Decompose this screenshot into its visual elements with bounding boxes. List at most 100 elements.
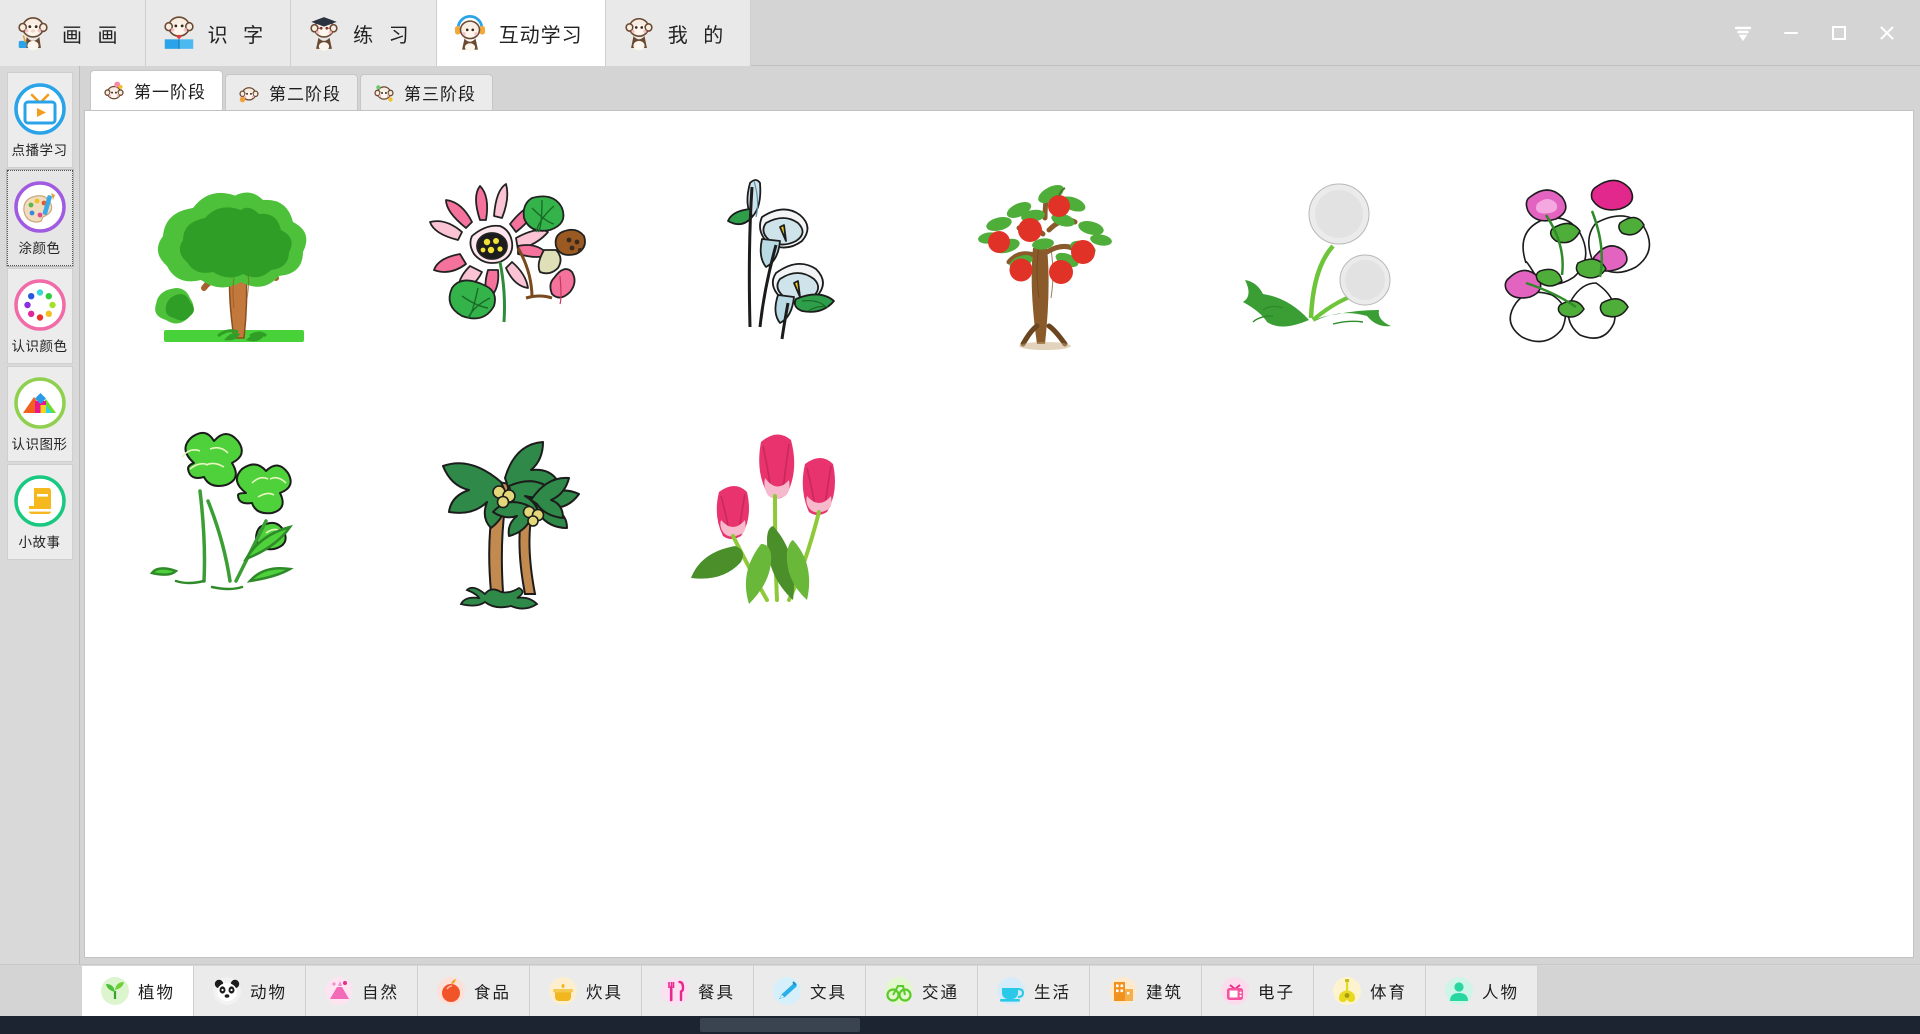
category-animals[interactable]: 动物 xyxy=(194,965,306,1016)
category-label: 食品 xyxy=(474,984,511,1002)
color-wheel-icon xyxy=(12,277,68,333)
category-bar-filler xyxy=(1538,965,1920,1016)
top-tab-label: 互动学习 xyxy=(498,24,583,47)
category-buildings[interactable]: 建筑 xyxy=(1090,965,1202,1016)
category-label: 交通 xyxy=(922,984,959,1002)
top-tab-interactive-learning[interactable]: 互动学习 xyxy=(436,0,606,66)
gallery-item-dandelion[interactable] xyxy=(1179,129,1447,387)
lotus-illustration xyxy=(429,183,586,323)
dandelion-illustration xyxy=(1243,183,1391,327)
sidebar: 点播学习 涂颜色 认识颜色 认识图形 小故事 xyxy=(0,66,80,964)
category-tableware[interactable]: 餐具 xyxy=(642,965,754,1016)
category-label: 炊具 xyxy=(586,984,623,1002)
window-controls xyxy=(1720,0,1920,65)
tulip-illustration xyxy=(691,434,835,604)
gallery-item-palm-tree[interactable] xyxy=(375,387,643,645)
category-transport[interactable]: 交通 xyxy=(866,965,978,1016)
gallery-item-clover[interactable] xyxy=(107,387,375,645)
top-tab-label: 练 习 xyxy=(353,24,414,47)
guitar-icon xyxy=(1332,976,1362,1006)
category-label: 文具 xyxy=(810,984,847,1002)
category-nature[interactable]: 自然 xyxy=(306,965,418,1016)
gallery-grid xyxy=(107,129,1891,645)
top-tab-bar: 画 画 识 字 练 习 互动学习 我 的 xyxy=(0,0,752,66)
stage-tab-2[interactable]: 第二阶段 xyxy=(225,74,358,110)
minimize-button[interactable] xyxy=(1768,10,1814,56)
sprout-icon xyxy=(100,976,130,1006)
tree-illustration xyxy=(155,192,307,342)
category-food[interactable]: 食品 xyxy=(418,965,530,1016)
book-icon xyxy=(12,473,68,529)
monkey-stage3-icon xyxy=(371,80,397,106)
shapes-mountain-icon xyxy=(12,375,68,431)
monkey-stage2-icon xyxy=(236,80,262,106)
sidebar-item-stories[interactable]: 小故事 xyxy=(6,464,73,560)
top-tab-practice[interactable]: 练 习 xyxy=(291,0,437,66)
monkey-headphone-icon xyxy=(451,14,489,52)
monkey-graduate-icon xyxy=(305,14,343,52)
sidebar-item-label: 点播学习 xyxy=(11,143,68,158)
category-people[interactable]: 人物 xyxy=(1426,965,1538,1016)
chevron-down-icon xyxy=(1734,26,1752,41)
category-life[interactable]: 生活 xyxy=(978,965,1090,1016)
gallery-item-tulip[interactable] xyxy=(643,387,911,645)
sidebar-item-know-colors[interactable]: 认识颜色 xyxy=(6,268,73,364)
category-stationery[interactable]: 文具 xyxy=(754,965,866,1016)
apple-tree-illustration xyxy=(978,184,1112,350)
top-tab-label: 识 字 xyxy=(207,24,269,47)
collapse-button[interactable] xyxy=(1720,10,1766,56)
category-label: 电子 xyxy=(1258,984,1295,1002)
tv-play-icon xyxy=(12,81,68,137)
stage-tab-1[interactable]: 第一阶段 xyxy=(90,70,223,110)
category-label: 生活 xyxy=(1034,984,1071,1002)
category-plants[interactable]: 植物 xyxy=(82,965,194,1016)
maximize-button[interactable] xyxy=(1816,10,1862,56)
stage-tab-3[interactable]: 第三阶段 xyxy=(360,74,493,110)
top-tab-mine[interactable]: 我 的 xyxy=(605,0,752,66)
maximize-icon xyxy=(1832,25,1846,40)
category-cookware[interactable]: 炊具 xyxy=(530,965,642,1016)
gallery-item-apple-tree[interactable] xyxy=(911,129,1179,387)
content-panel: 第一阶段 第二阶段 第三阶段 xyxy=(80,66,1920,964)
pot-icon xyxy=(548,976,578,1006)
building-icon xyxy=(1108,976,1138,1006)
morning-glory-illustration xyxy=(1504,179,1651,343)
top-tab-label: 画 画 xyxy=(62,24,123,47)
sidebar-item-label: 认识颜色 xyxy=(11,339,68,354)
monkey-painter-icon xyxy=(14,14,52,52)
category-sports[interactable]: 体育 xyxy=(1314,965,1426,1016)
stage-tab-label: 第二阶段 xyxy=(269,85,341,104)
close-button[interactable] xyxy=(1864,10,1910,56)
palm-tree-illustration xyxy=(442,441,580,610)
gallery-item-calla-lily[interactable] xyxy=(643,129,911,387)
top-tab-literacy[interactable]: 识 字 xyxy=(145,0,292,66)
monkey-stage1-icon xyxy=(101,78,127,104)
cup-icon xyxy=(996,976,1026,1006)
sidebar-item-know-shapes[interactable]: 认识图形 xyxy=(6,366,73,462)
palette-brush-icon xyxy=(12,179,68,235)
category-electronics[interactable]: 电子 xyxy=(1202,965,1314,1016)
gallery-item-tree[interactable] xyxy=(107,129,375,387)
category-label: 植物 xyxy=(138,984,175,1002)
taskbar-window-button[interactable] xyxy=(700,1018,860,1032)
main-body: 点播学习 涂颜色 认识颜色 认识图形 小故事 第一阶段 第二阶段 第三阶段 xyxy=(0,66,1920,964)
sidebar-item-label: 认识图形 xyxy=(11,437,68,452)
volcano-icon xyxy=(324,976,354,1006)
tv-icon xyxy=(1220,976,1250,1006)
category-label: 动物 xyxy=(250,984,287,1002)
sidebar-item-coloring[interactable]: 涂颜色 xyxy=(5,169,74,267)
monkey-plain-icon xyxy=(620,14,658,52)
stage-tab-label: 第一阶段 xyxy=(134,83,206,102)
panda-icon xyxy=(212,976,242,1006)
sidebar-item-ondemand-learning[interactable]: 点播学习 xyxy=(6,72,73,168)
calla-lily-illustration xyxy=(727,179,835,340)
os-taskbar xyxy=(0,1016,1920,1034)
gallery-canvas xyxy=(84,110,1914,958)
sidebar-item-label: 涂颜色 xyxy=(18,241,61,256)
application-window: 画 画 识 字 练 习 互动学习 我 的 点播学习 涂颜色 认识颜色 认识图形 … xyxy=(0,0,1920,1034)
gallery-item-morning-glory[interactable] xyxy=(1447,129,1715,387)
apple-icon xyxy=(436,976,466,1006)
top-tab-drawing[interactable]: 画 画 xyxy=(0,0,146,66)
gallery-item-lotus[interactable] xyxy=(375,129,643,387)
sidebar-item-label: 小故事 xyxy=(18,535,61,550)
